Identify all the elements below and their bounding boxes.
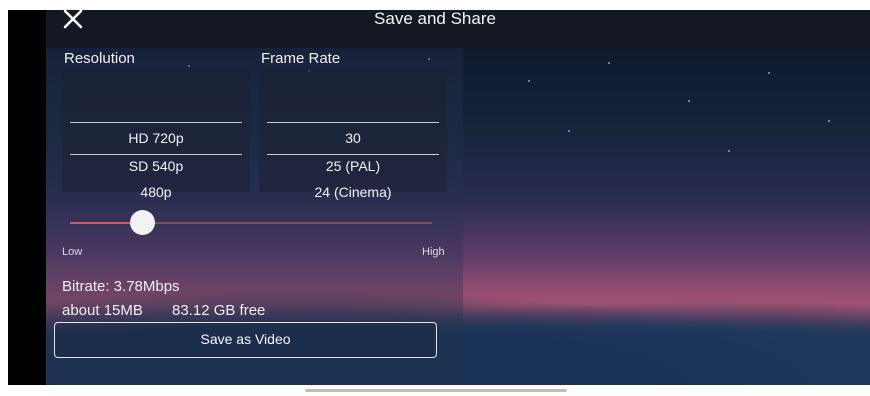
- frame-rate-label: Frame Rate: [261, 50, 341, 67]
- file-size-text: about 15MB: [62, 302, 143, 319]
- frame-rate-option[interactable]: 25 (PAL): [259, 158, 447, 174]
- slider-min-label: Low: [62, 246, 83, 258]
- frame-rate-option[interactable]: 24 (Cinema): [259, 184, 447, 200]
- resolution-option[interactable]: SD 540p: [62, 158, 250, 174]
- resolution-picker[interactable]: HD 720p SD 540p 480p: [62, 68, 250, 200]
- save-as-video-button[interactable]: Save as Video: [54, 322, 437, 358]
- picker-divider: [267, 154, 439, 155]
- picker-divider: [70, 122, 242, 123]
- frame-rate-option[interactable]: 30: [259, 130, 447, 146]
- resolution-option[interactable]: HD 720p: [62, 130, 250, 146]
- picker-divider: [70, 154, 242, 155]
- resolution-option[interactable]: 480p: [62, 184, 250, 200]
- resolution-label: Resolution: [64, 50, 135, 67]
- slider-max-label: High: [422, 246, 445, 258]
- frame-rate-picker[interactable]: 30 25 (PAL) 24 (Cinema): [259, 68, 447, 200]
- page-title: Save and Share: [374, 9, 496, 28]
- free-space-text: 83.12 GB free: [172, 302, 266, 319]
- picker-divider: [267, 122, 439, 123]
- bitrate-text: Bitrate: 3.78Mbps: [62, 278, 180, 295]
- home-indicator: [305, 389, 567, 392]
